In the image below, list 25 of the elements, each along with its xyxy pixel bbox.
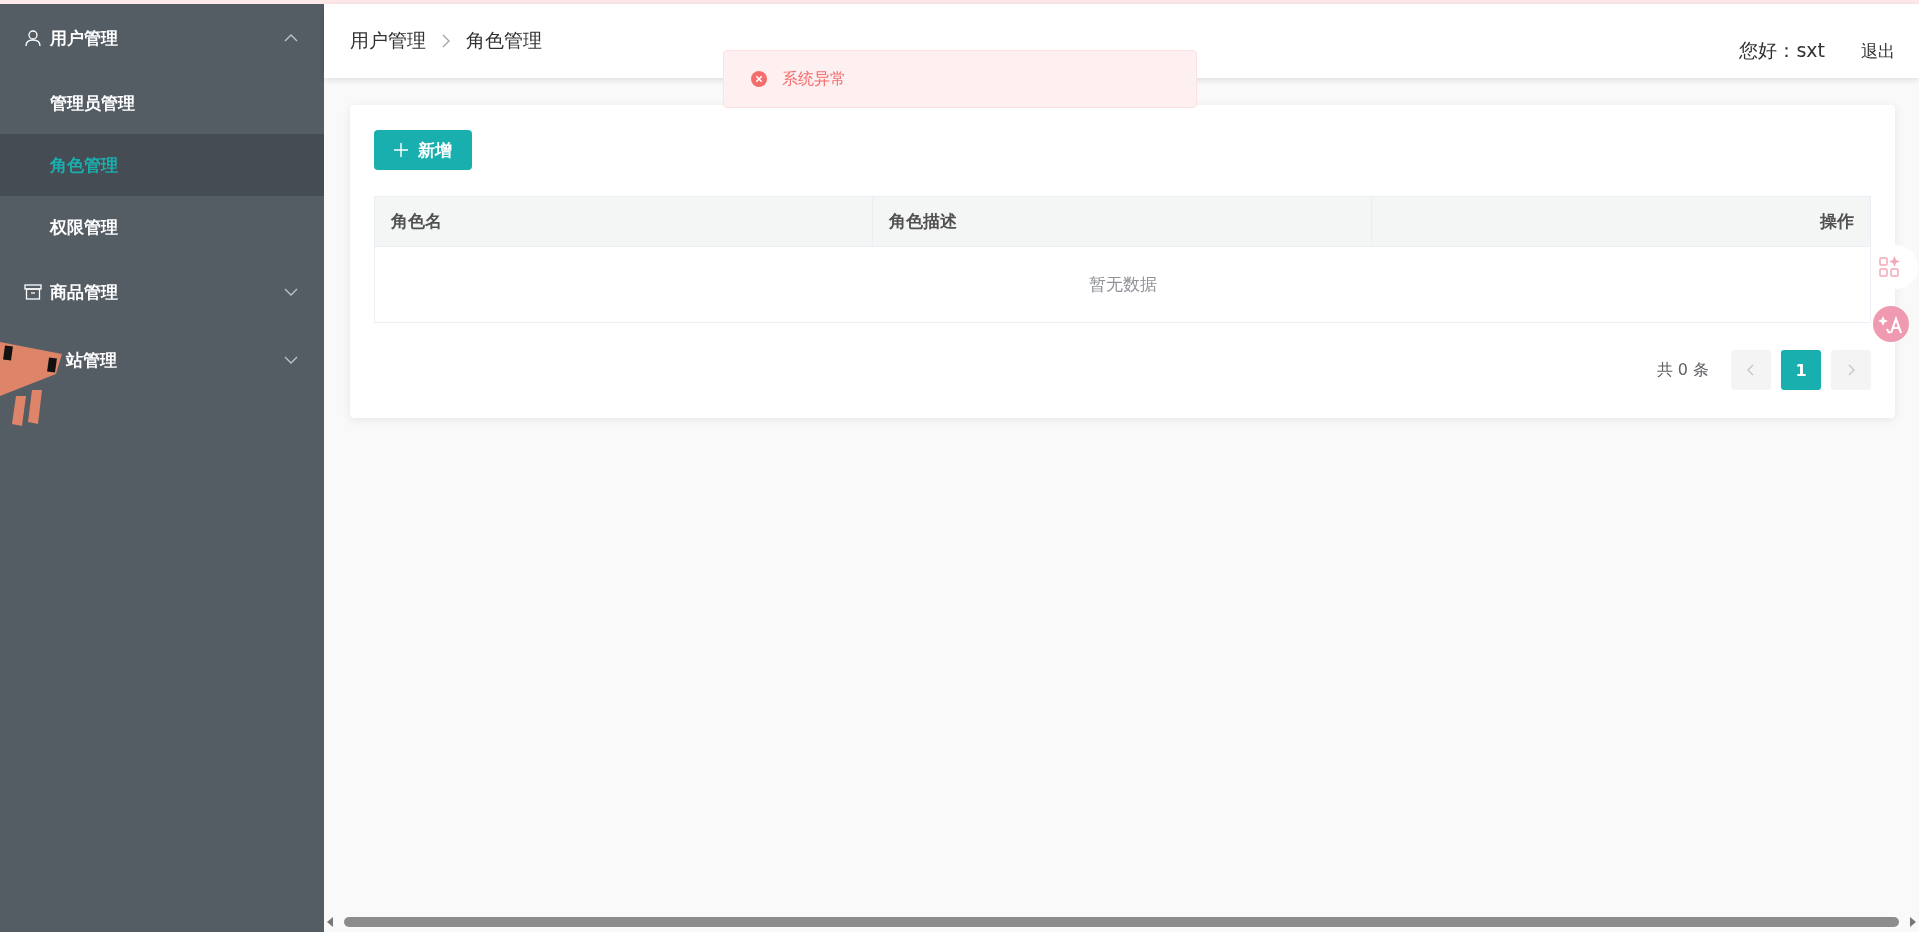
menu-item[interactable]: 用户管理 (50, 27, 118, 48)
total-count: 共 0 条 (1656, 359, 1709, 381)
chevron-right-icon (1846, 364, 1856, 376)
column-header: 角色名 (375, 197, 874, 246)
chevron-up-icon[interactable] (284, 33, 298, 43)
error-text: 系统异常 (782, 68, 846, 90)
error-icon (750, 70, 768, 88)
chevron-down-icon[interactable] (284, 355, 298, 365)
submenu-item[interactable]: 权限管理 (0, 196, 324, 258)
chevron-left-icon (1746, 364, 1756, 376)
column-header: 操作 (1818, 210, 1855, 233)
archive-box-icon (24, 283, 42, 301)
empty-message: 暂无数据 (1088, 273, 1157, 296)
breadcrumb-item: 角色管理 (466, 28, 542, 53)
menu-item[interactable]: 站管理 (66, 349, 117, 370)
column-header: 角色描述 (873, 197, 1372, 246)
submenu-item[interactable]: 管理员管理 (0, 72, 324, 134)
user-icon (24, 29, 42, 47)
plus-icon (394, 143, 408, 157)
menu-item[interactable]: 商品管理 (50, 281, 118, 302)
chevron-right-icon (440, 33, 452, 49)
breadcrumb-item[interactable]: 用户管理 (350, 28, 426, 54)
logout-link[interactable]: 退出 (1861, 39, 1895, 63)
user-greeting: 您好：sxt (1739, 38, 1825, 63)
chevron-down-icon[interactable] (284, 287, 298, 297)
